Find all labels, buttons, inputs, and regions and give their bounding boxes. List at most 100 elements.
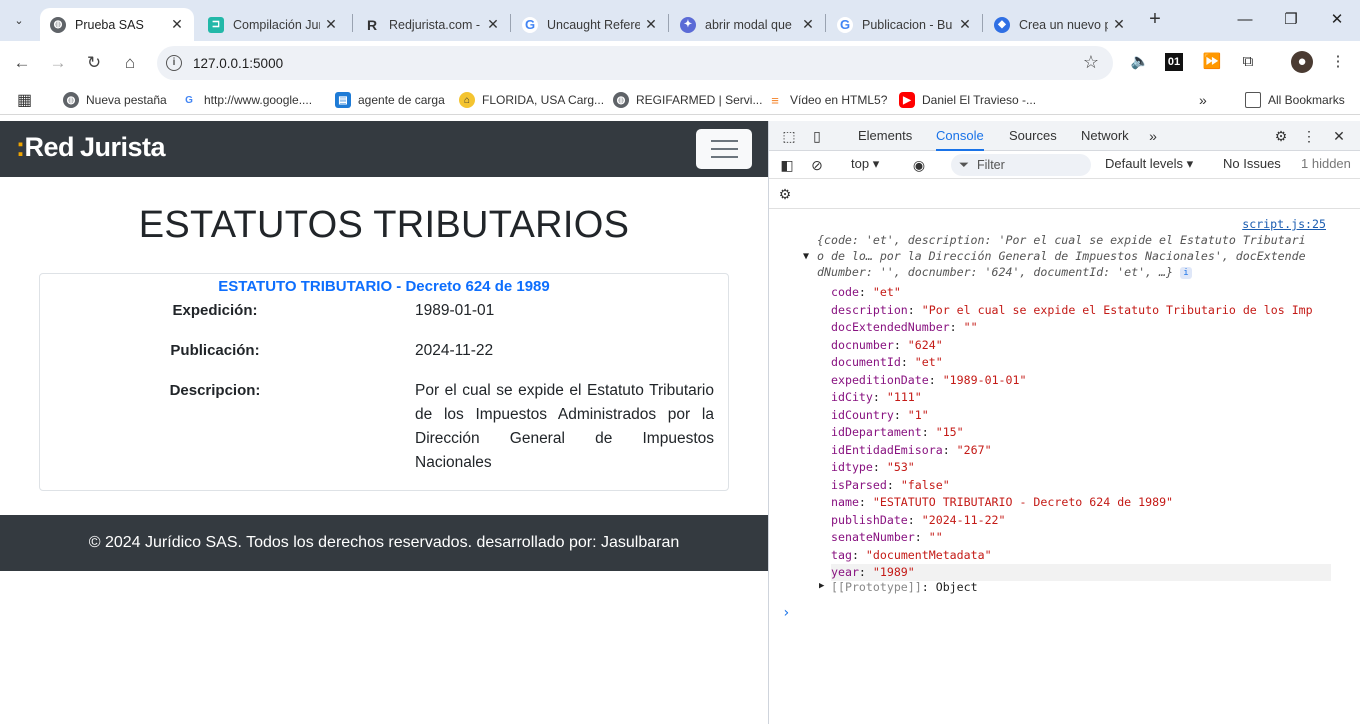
source-link[interactable]: script.js:25 — [1242, 217, 1326, 231]
folder-icon — [1245, 92, 1261, 108]
more-tabs-icon[interactable]: » — [1143, 126, 1163, 146]
address-bar[interactable]: i 127.0.0.1:5000 ☆ — [157, 46, 1113, 80]
tab-title: Prueba SAS — [75, 17, 144, 32]
extensions-puzzle-icon[interactable]: ⧉ — [1237, 51, 1259, 73]
close-icon[interactable]: ✕ — [1112, 16, 1126, 33]
tab-uncaught[interactable]: G Uncaught Refere ✕ — [512, 8, 668, 41]
devtools-tab-network[interactable]: Network — [1081, 121, 1129, 151]
tab-prueba-sas[interactable]: ◍ Prueba SAS ✕ — [40, 8, 194, 41]
inspect-element-icon[interactable]: ⬚ — [779, 126, 799, 146]
bookmark-item[interactable]: ◍ Nueva pestaña — [63, 90, 167, 110]
devtools-tab-console[interactable]: Console — [936, 121, 984, 151]
speaker-icon[interactable]: 🔈 — [1129, 51, 1151, 73]
close-icon[interactable]: ✕ — [324, 16, 338, 33]
bookmark-item[interactable]: ▶ Daniel El Travieso -... — [899, 90, 1036, 110]
property-value: "ESTATUTO TRIBUTARIO - Decreto 624 de 19… — [872, 495, 1174, 509]
property-row[interactable]: docnumber: "624" — [831, 337, 1331, 354]
bookmark-star-icon[interactable]: ☆ — [1083, 52, 1099, 73]
tab-abrir-modal[interactable]: ✦ abrir modal que ✕ — [670, 8, 825, 41]
bookmark-item[interactable]: ≡ Vídeo en HTML5? — [767, 90, 887, 110]
property-row[interactable]: name: "ESTATUTO TRIBUTARIO - Decreto 624… — [831, 494, 1331, 511]
restore-button[interactable]: ❐ — [1278, 8, 1304, 32]
console-settings-gear-icon[interactable]: ⚙ — [775, 184, 795, 204]
property-row[interactable]: idCountry: "1" — [831, 407, 1331, 424]
more-menu-icon[interactable]: ⋮ — [1327, 51, 1349, 73]
live-expression-eye-icon[interactable]: ◉ — [909, 155, 929, 175]
issues-counter[interactable]: No Issues — [1223, 156, 1281, 171]
log-levels-dropdown[interactable]: Default levels ▾ — [1105, 156, 1193, 172]
expedicion-value: 1989-01-01 — [415, 302, 495, 319]
console-prompt-icon[interactable]: › — [782, 605, 790, 621]
close-icon[interactable]: ✕ — [486, 16, 500, 33]
tab-search-button[interactable]: ⌄ — [7, 8, 31, 32]
clear-console-icon[interactable]: ⊘ — [807, 155, 827, 175]
bookmark-item[interactable]: ⌂ FLORIDA, USA Carg... — [459, 90, 604, 110]
close-icon[interactable]: ✕ — [170, 16, 184, 33]
property-row[interactable]: idDepartament: "15" — [831, 424, 1331, 441]
property-key: tag — [831, 547, 852, 562]
object-summary[interactable]: {code: 'et', description: 'Por el cual s… — [817, 232, 1332, 280]
property-row[interactable]: isParsed: "false" — [831, 477, 1331, 494]
property-row[interactable]: publishDate: "2024-11-22" — [831, 512, 1331, 529]
property-value: "1989" — [872, 565, 915, 579]
property-value: "53" — [886, 460, 915, 474]
property-row[interactable]: idCity: "111" — [831, 389, 1331, 406]
property-row[interactable]: senateNumber: "" — [831, 529, 1331, 546]
devtools-tab-sources[interactable]: Sources — [1009, 121, 1057, 151]
more-bookmarks-icon[interactable]: » — [1199, 90, 1207, 110]
property-row[interactable]: docExtendedNumber: "" — [831, 319, 1331, 336]
bookmark-item[interactable]: ▤ agente de carga — [335, 90, 445, 110]
info-badge-icon[interactable]: i — [1179, 266, 1192, 279]
site-logo[interactable]: :Red Jurista — [16, 132, 166, 163]
minimize-button[interactable]: — — [1232, 8, 1258, 32]
close-icon[interactable]: ✕ — [958, 16, 972, 33]
card-title-link[interactable]: ESTATUTO TRIBUTARIO - Decreto 624 de 198… — [40, 278, 728, 295]
context-selector[interactable]: top ▾ — [851, 156, 879, 172]
navbar-toggler-button[interactable] — [696, 129, 752, 169]
collapse-triangle-icon[interactable]: ▶ — [819, 581, 824, 591]
close-icon[interactable]: ✕ — [644, 16, 658, 33]
tab-compilacion[interactable]: ⊐ Compilación Juri ✕ — [198, 8, 348, 41]
levels-label: Default levels — [1105, 156, 1184, 171]
tab-publicacion[interactable]: G Publicacion - Bu ✕ — [827, 8, 982, 41]
bookmark-label: http://www.google.... — [204, 93, 313, 107]
tab-redjurista[interactable]: R Redjurista.com - ✕ — [354, 8, 510, 41]
bookmark-label: agente de carga — [358, 93, 445, 107]
forward-button[interactable]: → — [46, 51, 70, 75]
property-row[interactable]: documentId: "et" — [831, 354, 1331, 371]
apps-icon[interactable]: ▦ — [17, 90, 32, 110]
site-info-icon[interactable]: i — [166, 55, 182, 71]
all-bookmarks[interactable]: All Bookmarks — [1245, 90, 1345, 110]
bookmark-item[interactable]: ◍ REGIFARMED | Servi... — [613, 90, 762, 110]
settings-gear-icon[interactable]: ⚙ — [1271, 126, 1291, 146]
extension-01-icon[interactable]: 01 — [1165, 53, 1183, 71]
url-text[interactable]: 127.0.0.1:5000 — [193, 56, 283, 71]
console-filter-input[interactable]: ⏷ Filter — [951, 154, 1091, 176]
devtools-menu-icon[interactable]: ⋮ — [1299, 126, 1319, 146]
prototype-row[interactable]: [[Prototype]]: Object — [831, 579, 1331, 596]
property-row[interactable]: idtype: "53" — [831, 459, 1331, 476]
property-row[interactable]: code: "et" — [831, 284, 1331, 301]
tab-separator — [668, 14, 669, 32]
property-row[interactable]: idEntidadEmisora: "267" — [831, 442, 1331, 459]
back-button[interactable]: ← — [10, 51, 34, 75]
profile-avatar[interactable]: ● — [1291, 51, 1313, 73]
tab-crea-nuevo[interactable]: ◆ Crea un nuevo p ✕ — [984, 8, 1136, 41]
property-row[interactable]: description: "Por el cual se expide el E… — [831, 302, 1331, 319]
extension-media-icon[interactable]: ⏩ — [1201, 51, 1223, 73]
window-close-button[interactable]: ✕ — [1324, 8, 1350, 32]
bookmark-item[interactable]: G http://www.google.... — [181, 90, 312, 110]
property-row[interactable]: tag: "documentMetadata" — [831, 547, 1331, 564]
reload-button[interactable]: ↻ — [82, 51, 106, 75]
florida-icon: ⌂ — [459, 92, 475, 108]
property-row[interactable]: expeditionDate: "1989-01-01" — [831, 372, 1331, 389]
expand-triangle-icon[interactable]: ▼ — [803, 251, 809, 262]
home-button[interactable]: ⌂ — [118, 51, 142, 75]
sidebar-toggle-icon[interactable]: ◧ — [777, 155, 797, 175]
property-value: "267" — [956, 442, 992, 457]
devtools-close-icon[interactable]: ✕ — [1329, 126, 1349, 146]
device-toolbar-icon[interactable]: ▯ — [807, 126, 827, 146]
devtools-tab-elements[interactable]: Elements — [858, 121, 912, 151]
close-icon[interactable]: ✕ — [801, 16, 815, 33]
new-tab-button[interactable]: + — [1143, 8, 1167, 32]
